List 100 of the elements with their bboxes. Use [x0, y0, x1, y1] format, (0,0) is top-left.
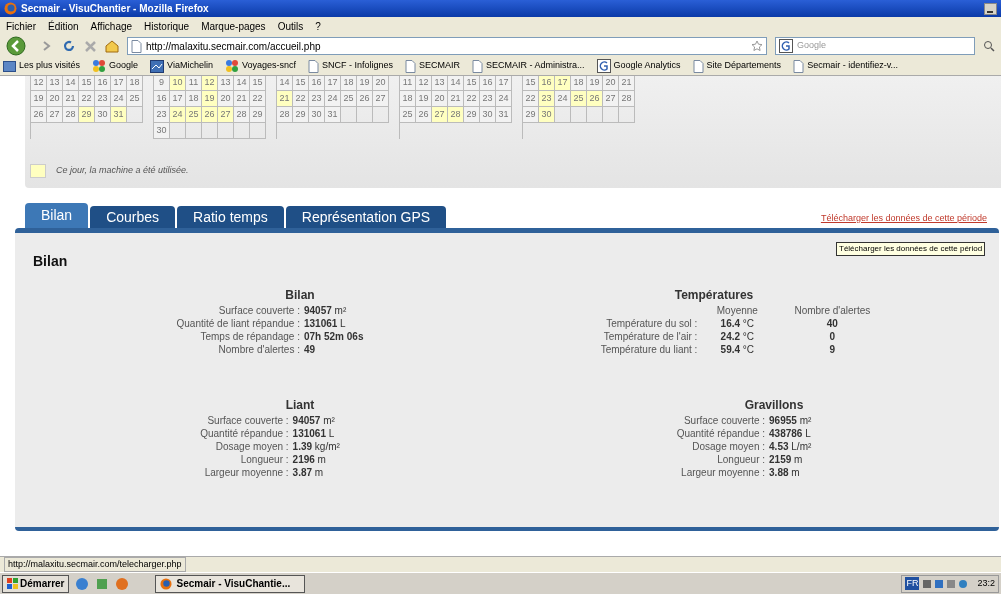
menu-item[interactable]: Affichage	[90, 18, 133, 34]
field-value: 3.88 m	[769, 466, 801, 479]
search-icon[interactable]	[983, 40, 995, 52]
calendar-day: 23	[95, 91, 111, 107]
calendar-day: 17	[555, 76, 571, 91]
quicklaunch-icon[interactable]	[115, 576, 130, 591]
calendar-day: 24	[555, 91, 571, 107]
calendar-day: 21	[277, 91, 293, 107]
calendar-day: 27	[218, 107, 234, 123]
close-icon[interactable]	[84, 39, 97, 53]
bookmark[interactable]: Voyages-sncf	[224, 59, 296, 73]
reload-icon[interactable]	[62, 39, 76, 53]
browser-logo-icon	[4, 2, 17, 15]
calendar-day: 13	[47, 76, 63, 91]
calendar-day: 13	[218, 76, 234, 91]
taskbar-button[interactable]: Secmair - VisuChantie...	[155, 574, 306, 593]
menu-item[interactable]: Outils	[277, 18, 304, 34]
calendar-day: 26	[202, 107, 218, 123]
quicklaunch-icon[interactable]	[75, 576, 90, 591]
calendar-day: 30	[154, 123, 170, 139]
field-value: 24.2 °C	[719, 330, 756, 343]
field-label: Largeur moyenne :	[680, 466, 766, 479]
bookmark[interactable]: SNCF - Infolignes	[307, 59, 393, 73]
field-label: Longueur :	[239, 453, 289, 466]
page-icon	[692, 59, 704, 73]
calendar-day: 25	[186, 107, 202, 123]
minimize-button[interactable]	[984, 2, 997, 15]
legend-swatch	[30, 164, 46, 178]
calendar-day: 15	[79, 76, 95, 91]
calendar-day: 25	[571, 91, 587, 107]
bookmark[interactable]: SECMAIR - Administra...	[472, 59, 585, 73]
calendar-day: 21	[234, 91, 250, 107]
menu-item[interactable]: ?	[315, 18, 321, 34]
address-field[interactable]: http://malaxitu.secmair.com/accueil.php	[127, 37, 767, 55]
calendar-day: 24	[111, 91, 127, 107]
start-button[interactable]: Démarrer	[2, 574, 70, 593]
calendar-day: 31	[111, 107, 127, 123]
field-label: Température du sol :	[605, 317, 698, 330]
menu-item[interactable]: Marque-pages	[201, 18, 266, 34]
calendar-day: 24	[325, 91, 341, 107]
calendar-day: 22	[464, 91, 480, 107]
calendar-day: 9	[154, 76, 170, 91]
calendar-day: 22	[523, 91, 539, 107]
tab[interactable]: Bilan	[25, 203, 89, 228]
calendar-day: 29	[523, 107, 539, 123]
calendar-day: 19	[357, 76, 373, 91]
tab[interactable]: Représentation GPS	[285, 206, 447, 228]
page-icon	[405, 59, 416, 73]
bookmark[interactable]: ViaMichelin	[150, 59, 213, 73]
calendar-day: 24	[496, 91, 512, 107]
menu-item[interactable]: Historique	[144, 18, 190, 34]
calendar-day: 20	[432, 91, 448, 107]
calendar-day: 20	[218, 91, 234, 107]
star-icon[interactable]	[751, 40, 763, 52]
calendar-day: 18	[400, 91, 416, 107]
calendar-day: 25	[341, 91, 357, 107]
section-title: Liant	[285, 397, 315, 414]
calendar-day: 14	[63, 76, 79, 91]
calendar-day: 22	[293, 91, 309, 107]
bookmark[interactable]: Secmair - identifiez-v...	[793, 59, 898, 73]
calendar-day: 27	[373, 91, 389, 107]
field-label: Surface couverte :	[217, 304, 300, 317]
calendar-day: 17	[496, 76, 512, 91]
bookmark[interactable]: Google	[92, 59, 139, 73]
calendar-day: 22	[79, 91, 95, 107]
bookmark[interactable]: Google Analytics	[596, 59, 681, 73]
menu-item[interactable]: Fichier	[6, 18, 36, 34]
field-value: 438786 L	[769, 427, 812, 440]
bookmark[interactable]: Site Départements	[692, 59, 782, 73]
field-label: Surface couverte :	[682, 414, 766, 427]
empty-calendar-cell	[373, 107, 389, 123]
home-icon[interactable]	[105, 39, 119, 53]
calendar-day: 17	[325, 76, 341, 91]
calendar-day: 16	[95, 76, 111, 91]
calendar-day: 14	[448, 76, 464, 91]
dots-icon	[92, 59, 107, 73]
field-label: Dosage moyen :	[691, 440, 766, 453]
status-text: http://malaxitu.secmair.com/telecharger.php	[4, 556, 186, 573]
bookmark[interactable]: SECMAIR	[405, 59, 460, 73]
calendar-day: 29	[250, 107, 266, 123]
alert-count: 40	[825, 317, 839, 330]
download-link[interactable]: Télécharger les données de cette période	[820, 211, 987, 225]
section-title: Bilan	[285, 287, 315, 304]
calendar-day: 22	[250, 91, 266, 107]
calendar-day: 29	[293, 107, 309, 123]
calendar-day: 15	[250, 76, 266, 91]
calendar-day: 25	[127, 91, 143, 107]
calendar-day: 13	[432, 76, 448, 91]
tab[interactable]: Ratio temps	[177, 206, 284, 228]
menu-item[interactable]: Édition	[48, 18, 79, 34]
tab[interactable]: Courbes	[90, 206, 176, 228]
language-indicator[interactable]: FR	[905, 576, 920, 591]
calendar-day: 16	[480, 76, 496, 91]
empty-calendar-cell	[571, 107, 587, 123]
calendar-day: 15	[293, 76, 309, 91]
calendar-day: 15	[464, 76, 480, 91]
calendar-day: 20	[373, 76, 389, 91]
page-icon	[472, 59, 483, 73]
bookmark[interactable]: Les plus visités	[3, 59, 81, 73]
quicklaunch-icon[interactable]	[95, 576, 110, 591]
